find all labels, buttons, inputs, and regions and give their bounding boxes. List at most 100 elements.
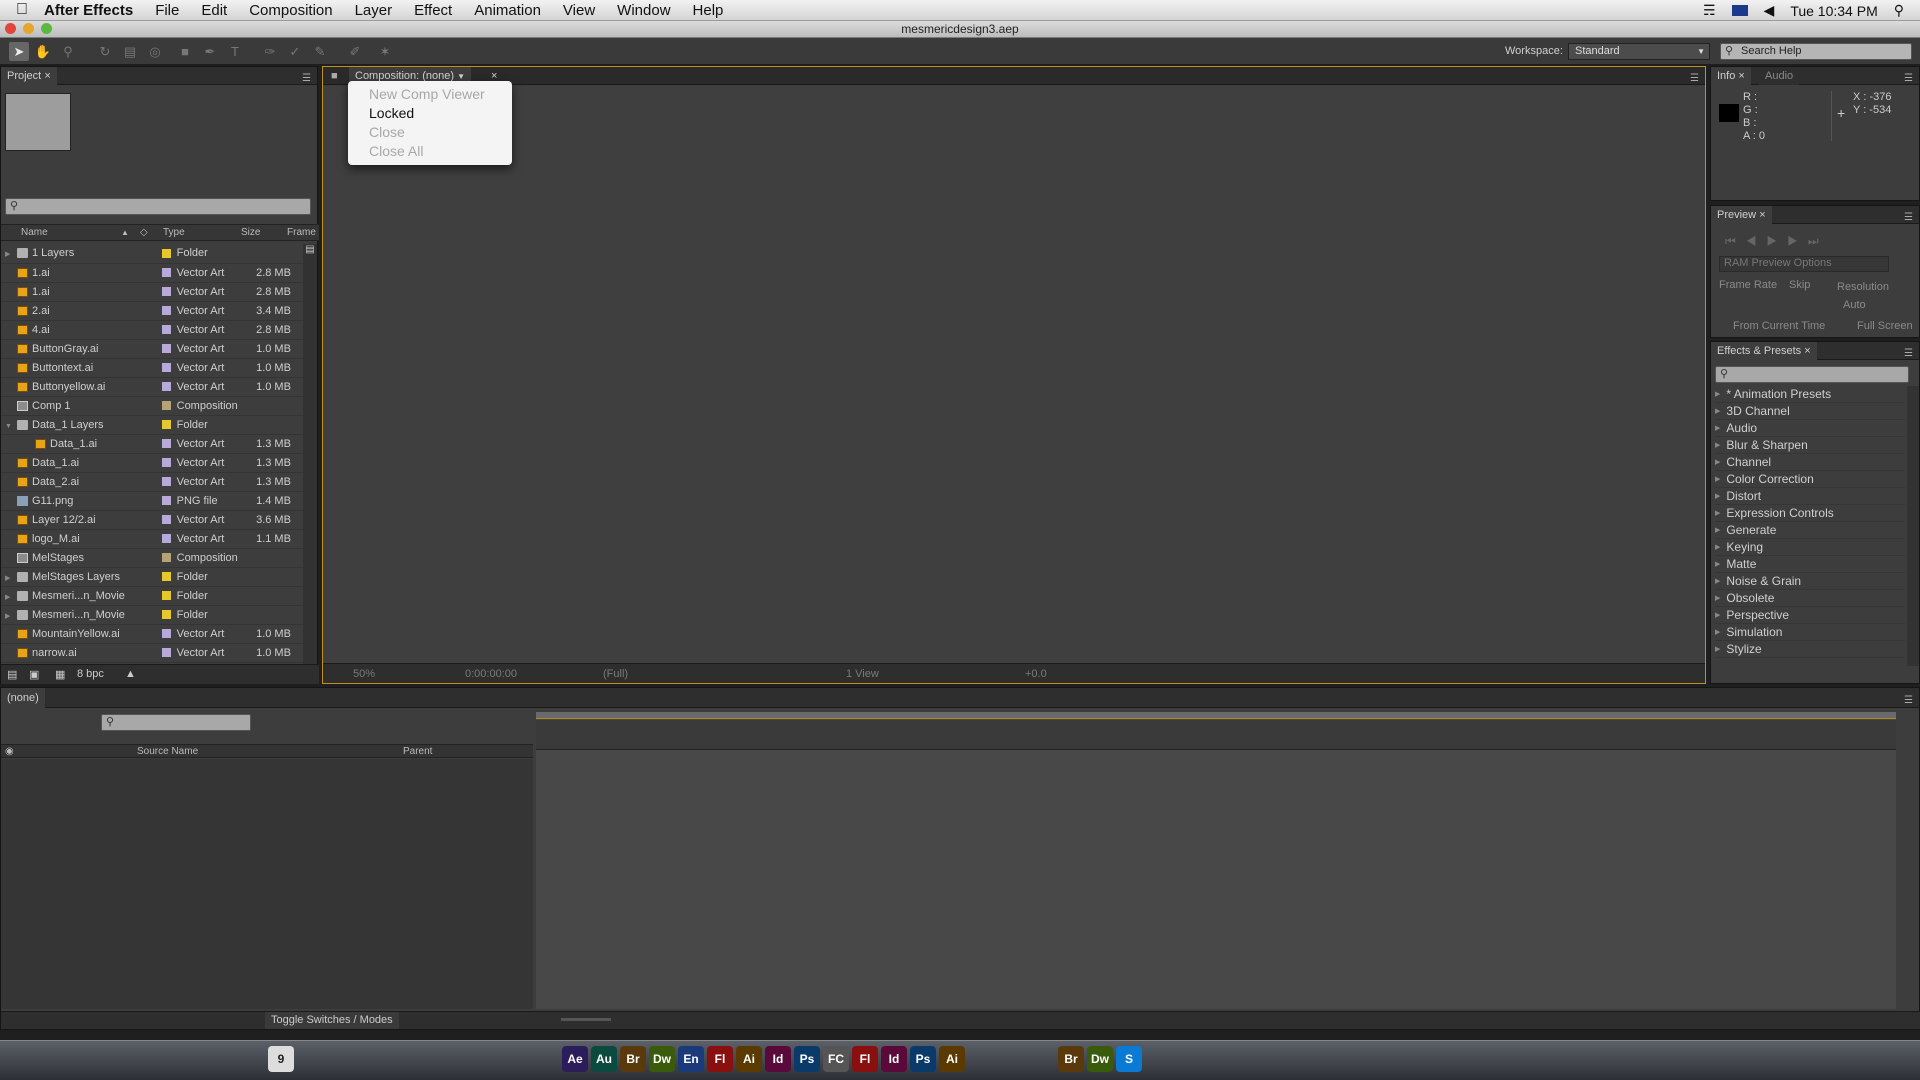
- dock-app-icon[interactable]: Fl: [852, 1046, 878, 1072]
- label-swatch[interactable]: [161, 306, 171, 316]
- clone-tool-icon[interactable]: ✓: [285, 42, 305, 61]
- twirl-icon[interactable]: ▶: [5, 574, 15, 582]
- table-row[interactable]: ButtonGray.ai Vector Art 1.0 MB: [1, 339, 317, 359]
- from-current-time-checkbox[interactable]: From Current Time: [1733, 320, 1825, 332]
- table-row[interactable]: 1.ai Vector Art 2.8 MB: [1, 263, 317, 283]
- twirl-icon[interactable]: ▶: [5, 250, 15, 258]
- apple-icon[interactable]: : [0, 1, 44, 19]
- dock-app-icon[interactable]: Br: [1058, 1046, 1084, 1072]
- menu-effect[interactable]: Effect: [414, 2, 452, 19]
- project-search-input[interactable]: ⚲: [5, 198, 311, 215]
- label-swatch[interactable]: [161, 648, 171, 658]
- twirl-icon[interactable]: ▶: [5, 612, 15, 620]
- dock-app-icon[interactable]: FC: [823, 1046, 849, 1072]
- panel-menu-icon[interactable]: ☰: [1904, 70, 1913, 88]
- close-icon[interactable]: ×: [1738, 70, 1744, 82]
- zoom-window-icon[interactable]: [41, 23, 52, 34]
- twirl-icon[interactable]: ▼: [5, 423, 15, 430]
- table-row[interactable]: Data_1.ai Vector Art 1.3 MB: [1, 434, 317, 454]
- effects-scrollbar[interactable]: [1907, 386, 1919, 666]
- bpc-label[interactable]: 8 bpc: [77, 668, 104, 680]
- menu-composition[interactable]: Composition: [249, 2, 332, 19]
- type-tool-icon[interactable]: T: [225, 42, 245, 61]
- table-row[interactable]: Layer 12/2.ai Vector Art 3.6 MB: [1, 510, 317, 530]
- effects-category[interactable]: Blur & Sharpen: [1715, 437, 1905, 454]
- dock-app-icon[interactable]: Ai: [736, 1046, 762, 1072]
- camera-tool-icon[interactable]: ▤: [120, 42, 140, 61]
- table-row[interactable]: Data_2.ai Vector Art 1.3 MB: [1, 472, 317, 492]
- menu-item-locked[interactable]: Locked: [348, 104, 512, 123]
- zoom-tool-icon[interactable]: ⚲: [58, 42, 78, 61]
- label-swatch[interactable]: [161, 344, 171, 354]
- effects-category[interactable]: Noise & Grain: [1715, 573, 1905, 590]
- composition-viewer[interactable]: [323, 86, 1705, 663]
- dock-app-icon[interactable]: Ps: [794, 1046, 820, 1072]
- dock-app-icon[interactable]: Ae: [562, 1046, 588, 1072]
- label-swatch[interactable]: [161, 382, 171, 392]
- label-swatch[interactable]: [161, 553, 171, 563]
- exposure-value[interactable]: +0.0: [1025, 664, 1047, 684]
- table-row[interactable]: ▶ MelStages Layers Folder: [1, 567, 317, 587]
- new-comp-icon[interactable]: ▦: [55, 668, 65, 681]
- table-row[interactable]: 4.ai Vector Art 2.8 MB: [1, 320, 317, 340]
- table-row[interactable]: MountainYellow.ai Vector Art 1.0 MB: [1, 624, 317, 644]
- project-scrollbar[interactable]: ▤: [303, 244, 317, 664]
- dock-app-icon[interactable]: Fl: [707, 1046, 733, 1072]
- layer-outline[interactable]: [1, 759, 533, 1009]
- effects-category[interactable]: Color Correction: [1715, 471, 1905, 488]
- table-row[interactable]: Data_1.ai Vector Art 1.3 MB: [1, 453, 317, 473]
- label-swatch[interactable]: [161, 534, 171, 544]
- spotlight-icon[interactable]: ⚲: [1894, 2, 1904, 19]
- minimize-window-icon[interactable]: [23, 23, 34, 34]
- effects-category[interactable]: Obsolete: [1715, 590, 1905, 607]
- effects-category[interactable]: * Animation Presets: [1715, 386, 1905, 403]
- label-swatch[interactable]: [161, 248, 171, 258]
- hand-tool-icon[interactable]: ✋: [33, 42, 53, 61]
- flowchart-icon[interactable]: ▤: [303, 244, 317, 258]
- dock-app-icon[interactable]: Dw: [649, 1046, 675, 1072]
- parent-column[interactable]: Parent: [403, 745, 432, 758]
- close-icon[interactable]: ×: [1759, 209, 1765, 221]
- menu-help[interactable]: Help: [693, 2, 724, 19]
- label-swatch[interactable]: [161, 572, 171, 582]
- dock-app-icon[interactable]: 9: [268, 1046, 294, 1072]
- column-name[interactable]: Name: [21, 225, 48, 241]
- panel-menu-icon[interactable]: ☰: [1904, 209, 1913, 227]
- table-row[interactable]: ▶ Mesmeri...n_Movie Folder: [1, 586, 317, 606]
- selection-tool-icon[interactable]: ➤: [9, 42, 29, 61]
- playback-controls[interactable]: ⏮◀▶▶⏭: [1725, 234, 1829, 249]
- dock-app-icon[interactable]: Au: [591, 1046, 617, 1072]
- menu-layer[interactable]: Layer: [355, 2, 393, 19]
- flag-icon[interactable]: [1731, 5, 1748, 16]
- roto-brush-tool-icon[interactable]: ✐: [345, 42, 365, 61]
- menu-file[interactable]: File: [155, 2, 179, 19]
- label-swatch[interactable]: [161, 496, 171, 506]
- column-type[interactable]: Type: [163, 225, 185, 241]
- ram-preview-options-select[interactable]: RAM Preview Options: [1719, 256, 1889, 272]
- table-row[interactable]: 1.ai Vector Art 2.8 MB: [1, 282, 317, 302]
- tab-audio[interactable]: Audio: [1759, 67, 1800, 85]
- menu-view[interactable]: View: [563, 2, 595, 19]
- menu-edit[interactable]: Edit: [201, 2, 227, 19]
- tab-info[interactable]: Info ×: [1711, 67, 1751, 85]
- effects-category[interactable]: Simulation: [1715, 624, 1905, 641]
- menu-item-close-all[interactable]: Close All: [348, 142, 512, 161]
- table-row[interactable]: Buttontext.ai Vector Art 1.0 MB: [1, 358, 317, 378]
- app-menu[interactable]: After Effects: [44, 2, 133, 19]
- effects-category[interactable]: 3D Channel: [1715, 403, 1905, 420]
- label-swatch[interactable]: [161, 477, 171, 487]
- menu-window[interactable]: Window: [617, 2, 670, 19]
- puppet-tool-icon[interactable]: ✶: [375, 42, 395, 61]
- search-help-input[interactable]: ⚲ Search Help: [1720, 43, 1912, 60]
- close-icon[interactable]: ×: [44, 70, 50, 82]
- dock-app-icon[interactable]: En: [678, 1046, 704, 1072]
- views-select[interactable]: 1 View: [846, 664, 879, 684]
- dock-app-icon[interactable]: S: [1116, 1046, 1142, 1072]
- close-icon[interactable]: ×: [1804, 345, 1810, 357]
- effects-category[interactable]: Expression Controls: [1715, 505, 1905, 522]
- effects-category[interactable]: Perspective: [1715, 607, 1905, 624]
- timeline-search-input[interactable]: ⚲: [101, 714, 251, 731]
- wifi-icon[interactable]: ☴: [1703, 2, 1716, 19]
- toggle-switches-modes-button[interactable]: Toggle Switches / Modes: [265, 1012, 399, 1029]
- table-row[interactable]: G11.png PNG file 1.4 MB: [1, 491, 317, 511]
